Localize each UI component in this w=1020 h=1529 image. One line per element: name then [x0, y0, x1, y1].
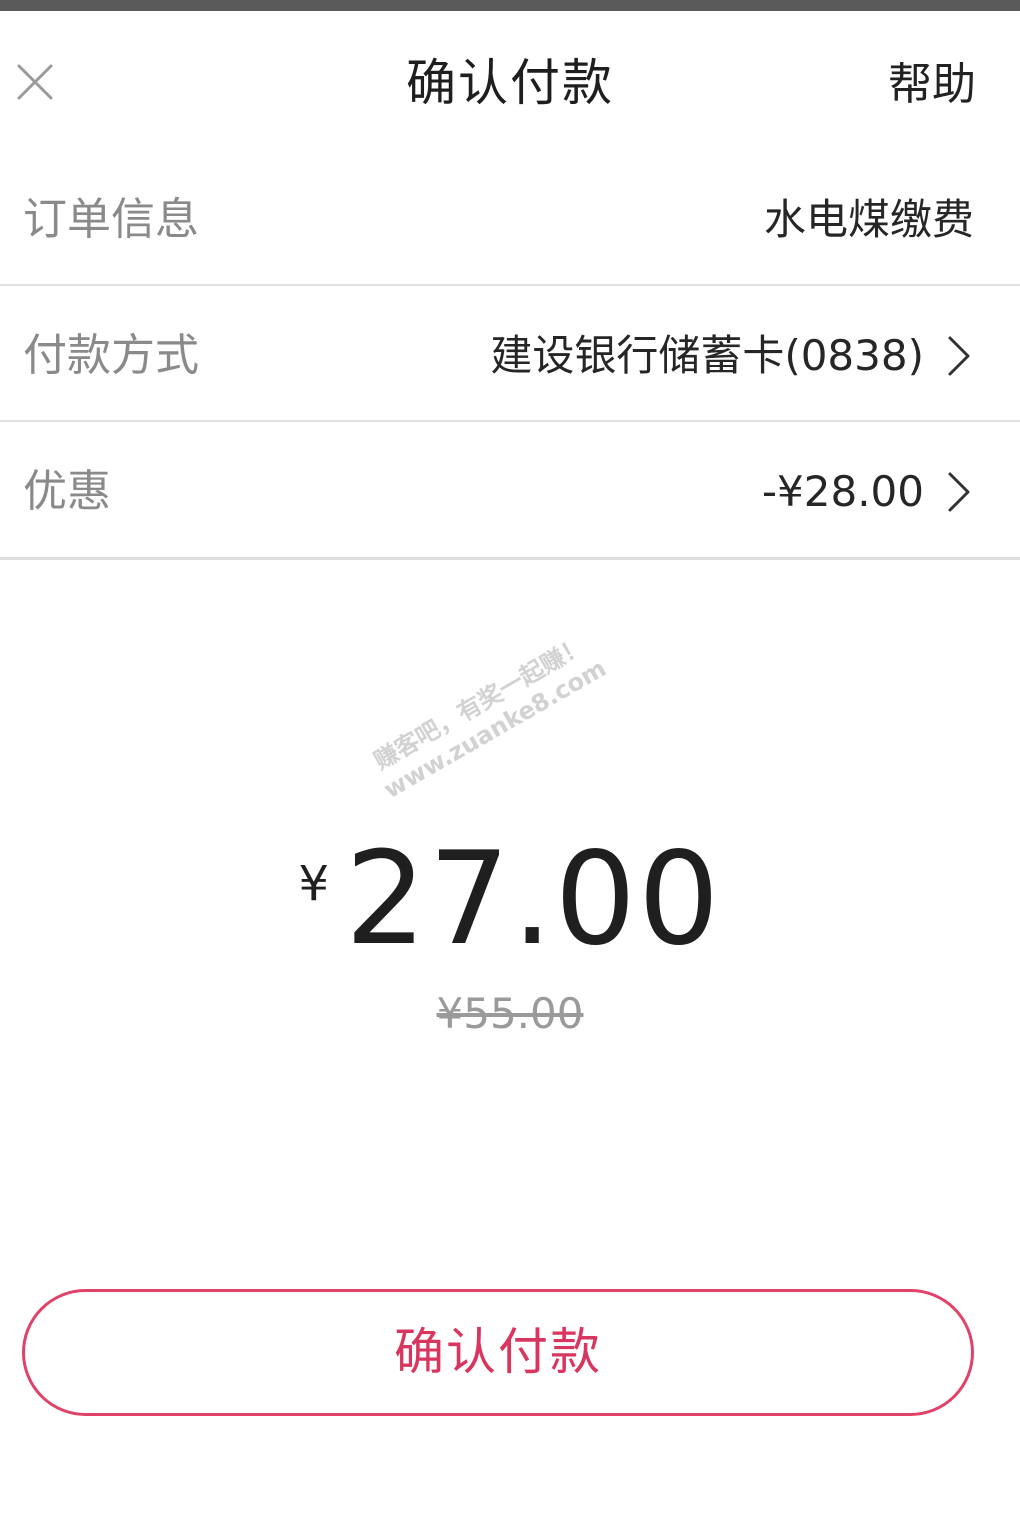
chevron-right-icon	[940, 332, 976, 380]
original-price: ¥55.00	[436, 989, 584, 1038]
confirm-payment-button[interactable]: 确认付款	[22, 1289, 974, 1416]
payment-amount: ¥27.00	[0, 830, 1020, 970]
chevron-right-icon	[940, 468, 976, 516]
payment-confirm-page: 确认付款 帮助 订单信息 水电煤缴费 付款方式 建设银行储蓄卡(0838) 优惠…	[0, 0, 1020, 1529]
watermark-line-2: www.zuanke8.com	[379, 654, 611, 805]
discount-label: 优惠	[23, 466, 111, 517]
order-info-value: 水电煤缴费	[763, 195, 974, 244]
payment-method-value: 建设银行储蓄卡(0838)	[490, 331, 924, 380]
currency-symbol: ¥	[298, 856, 330, 912]
discount-value: -¥28.00	[761, 467, 924, 516]
amount-value: 27.00	[345, 825, 722, 974]
order-info-row: 订单信息 水电煤缴费	[0, 152, 1020, 286]
payment-method-row[interactable]: 付款方式 建设银行储蓄卡(0838)	[0, 288, 1020, 422]
help-button[interactable]: 帮助	[888, 57, 976, 113]
discount-row[interactable]: 优惠 -¥28.00	[0, 424, 1020, 560]
watermark-line-1: 赚客吧，有奖一起赚！	[369, 630, 591, 776]
status-bar-strip	[0, 0, 1020, 11]
nav-bar: 确认付款 帮助	[0, 11, 1020, 151]
order-info-label: 订单信息	[23, 194, 199, 245]
payment-method-label: 付款方式	[23, 330, 199, 381]
page-title: 确认付款	[406, 54, 614, 112]
